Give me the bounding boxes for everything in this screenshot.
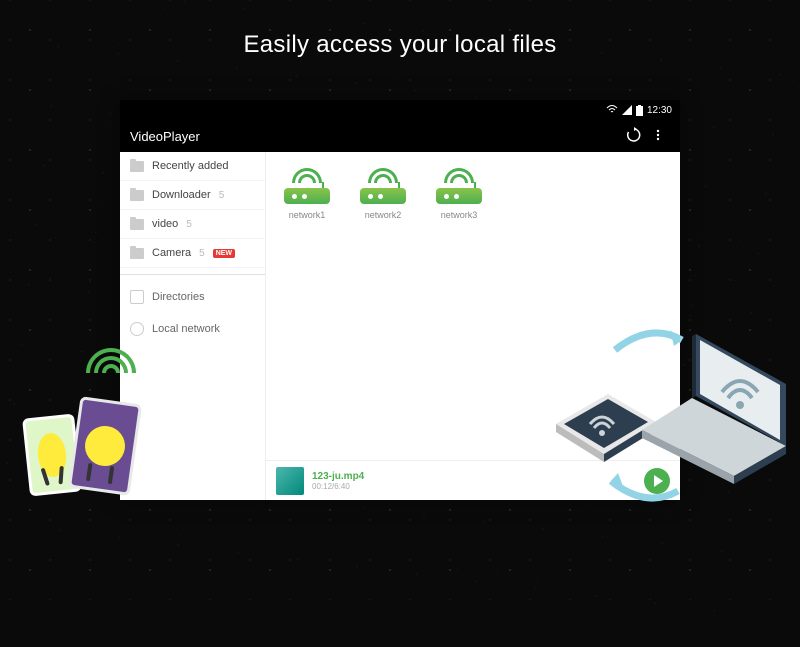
network-item-3[interactable]: network3 [436,168,482,220]
directories-icon [130,290,144,304]
router-icon [360,168,406,204]
refresh-icon [626,127,642,143]
network-label: network1 [289,210,326,220]
folder-icon [130,190,144,201]
laptop-device-icon [642,326,800,501]
more-button[interactable] [646,128,670,145]
tagline: Easily access your local files [0,31,800,59]
folder-icon [130,248,144,259]
phone-character-icon [68,396,142,496]
network-icon [130,322,144,336]
sidebar-item-label: Downloader [152,189,211,201]
status-time: 12:30 [647,105,672,116]
sidebar-local-network[interactable]: Local network [120,313,265,345]
folder-icon [130,161,144,172]
app-bar: VideoPlayer [120,120,680,152]
sidebar-item-label: Recently added [152,160,228,172]
folder-icon [130,219,144,230]
router-icon [436,168,482,204]
sidebar-section-label: Local network [152,323,220,335]
sidebar-item-downloader[interactable]: Downloader 5 [120,181,265,210]
nowplaying-thumbnail[interactable] [276,467,304,495]
refresh-button[interactable] [622,127,646,146]
wifi-icon [606,105,618,115]
sidebar-item-video[interactable]: video 5 [120,210,265,239]
sidebar-item-recently-added[interactable]: Recently added [120,152,265,181]
sidebar-item-count: 5 [199,248,205,259]
sidebar-item-camera[interactable]: Camera 5 NEW [120,239,265,268]
sidebar-item-label: video [152,218,178,230]
sidebar-directories[interactable]: Directories [120,281,265,313]
sidebar-section-label: Directories [152,291,205,303]
network-item-1[interactable]: network1 [284,168,330,220]
sidebar-item-count: 5 [186,219,192,230]
more-icon [651,128,665,142]
sidebar-item-label: Camera [152,247,191,259]
sidebar-item-count: 5 [219,190,225,201]
network-label: network2 [365,210,402,220]
app-title: VideoPlayer [130,129,622,144]
battery-icon [636,105,643,116]
status-bar: 12:30 [120,100,680,120]
sync-devices-illustration [526,306,800,526]
cartoon-phones-illustration [24,352,184,512]
network-item-2[interactable]: network2 [360,168,406,220]
network-label: network3 [441,210,478,220]
router-icon [284,168,330,204]
network-grid: network1 network2 network3 [266,152,680,236]
new-badge: NEW [213,249,235,258]
signal-icon [622,105,632,115]
